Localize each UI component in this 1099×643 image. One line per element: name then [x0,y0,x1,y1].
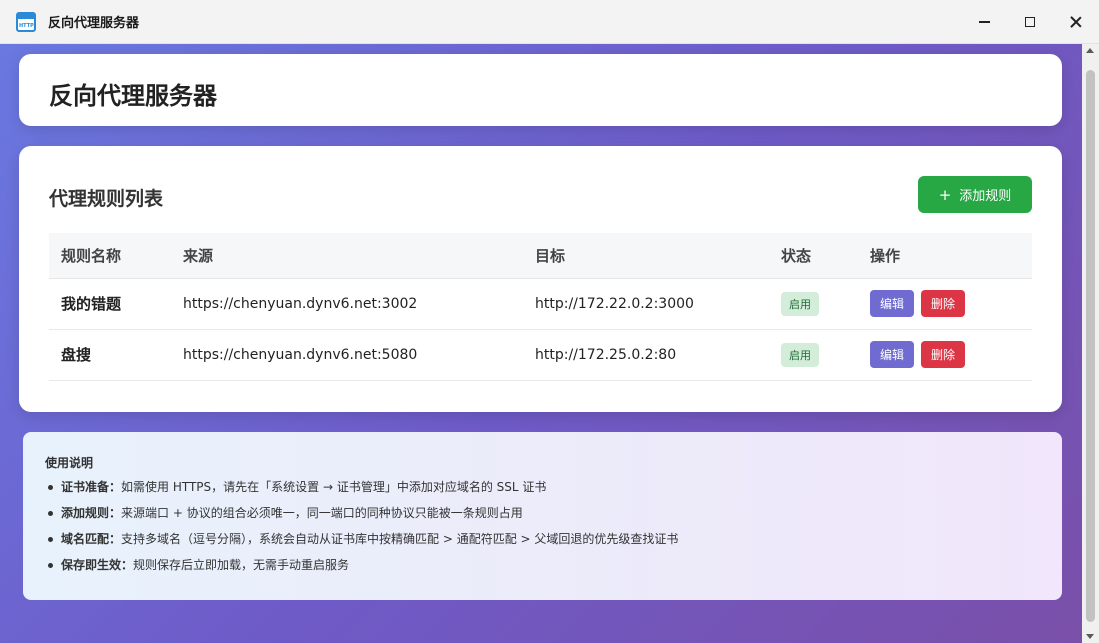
instruction-text: 规则保存后立即加载，无需手动重启服务 [133,558,350,572]
header-card: 反向代理服务器 [19,54,1062,126]
instruction-text: 如需使用 HTTPS，请先在「系统设置 → 证书管理」中添加对应域名的 SSL … [121,480,547,494]
status-badge: 启用 [781,291,819,316]
instruction-label: 域名匹配： [61,532,122,546]
plus-icon: + [938,185,952,204]
column-header-actions: 操作 [858,233,1032,279]
column-header-source: 来源 [171,233,523,279]
window-controls [961,0,1099,44]
vertical-scrollbar[interactable] [1082,44,1099,643]
instructions-title: 使用说明 [45,456,94,470]
table-row: 盘搜 https://chenyuan.dynv6.net:5080 http:… [49,329,1032,381]
edit-button[interactable]: 编辑 [870,341,915,368]
app-http-icon: HTTP [16,11,36,32]
delete-button[interactable]: 删除 [921,290,966,317]
instruction-text: 支持多域名（逗号分隔），系统会自动从证书库中按精确匹配 > 通配符匹配 > 父域… [121,532,679,546]
rule-source: https://chenyuan.dynv6.net:3002 [171,278,523,330]
instruction-label: 添加规则： [61,506,122,520]
app-content: 反向代理服务器 代理规则列表 + 添加规则 规则名称 来源 目标 状态 操作 我… [0,44,1099,643]
rules-card: 代理规则列表 + 添加规则 规则名称 来源 目标 状态 操作 我的错题 http… [19,146,1062,412]
rule-target: http://172.22.0.2:3000 [523,278,769,330]
table-header-row: 规则名称 来源 目标 状态 操作 [49,233,1032,279]
instruction-text: 来源端口 + 协议的组合必须唯一，同一端口的同种协议只能被一条规则占用 [121,506,523,520]
table-row: 我的错题 https://chenyuan.dynv6.net:3002 htt… [49,278,1032,330]
rule-name: 盘搜 [49,329,171,381]
add-rule-button[interactable]: + 添加规则 [918,176,1032,213]
instruction-label: 证书准备： [61,480,122,494]
instructions-list: 证书准备：如需使用 HTTPS，请先在「系统设置 → 证书管理」中添加对应域名的… [45,478,678,582]
rule-source: https://chenyuan.dynv6.net:5080 [171,329,523,381]
instructions-panel: 使用说明 证书准备：如需使用 HTTPS，请先在「系统设置 → 证书管理」中添加… [23,432,1062,600]
add-rule-label: 添加规则 [959,189,1012,204]
close-button[interactable] [1053,0,1099,44]
list-item: 域名匹配：支持多域名（逗号分隔），系统会自动从证书库中按精确匹配 > 通配符匹配… [45,530,678,556]
window-title-bar: HTTP 反向代理服务器 [0,0,1099,44]
edit-button[interactable]: 编辑 [870,290,915,317]
maximize-icon [1025,17,1035,27]
window-title: 反向代理服务器 [48,16,140,31]
scroll-down-arrow-icon[interactable] [1086,634,1094,639]
minimize-icon [978,21,990,23]
list-item: 保存即生效：规则保存后立即加载，无需手动重启服务 [45,556,678,582]
close-icon [1070,16,1082,28]
minimize-button[interactable] [961,0,1007,44]
scrollbar-thumb[interactable] [1086,70,1095,622]
column-header-name: 规则名称 [49,233,171,279]
rules-table: 规则名称 来源 目标 状态 操作 我的错题 https://chenyuan.d… [49,233,1032,381]
page-title: 反向代理服务器 [49,82,217,110]
instruction-label: 保存即生效： [61,558,134,572]
scroll-up-arrow-icon[interactable] [1086,48,1094,53]
rule-target: http://172.25.0.2:80 [523,329,769,381]
list-item: 证书准备：如需使用 HTTPS，请先在「系统设置 → 证书管理」中添加对应域名的… [45,478,678,504]
section-title: 代理规则列表 [49,188,164,210]
list-item: 添加规则：来源端口 + 协议的组合必须唯一，同一端口的同种协议只能被一条规则占用 [45,504,678,530]
rule-name: 我的错题 [49,278,171,330]
status-badge: 启用 [781,342,819,367]
column-header-status: 状态 [769,233,858,279]
delete-button[interactable]: 删除 [921,341,966,368]
maximize-button[interactable] [1007,0,1053,44]
column-header-target: 目标 [523,233,769,279]
